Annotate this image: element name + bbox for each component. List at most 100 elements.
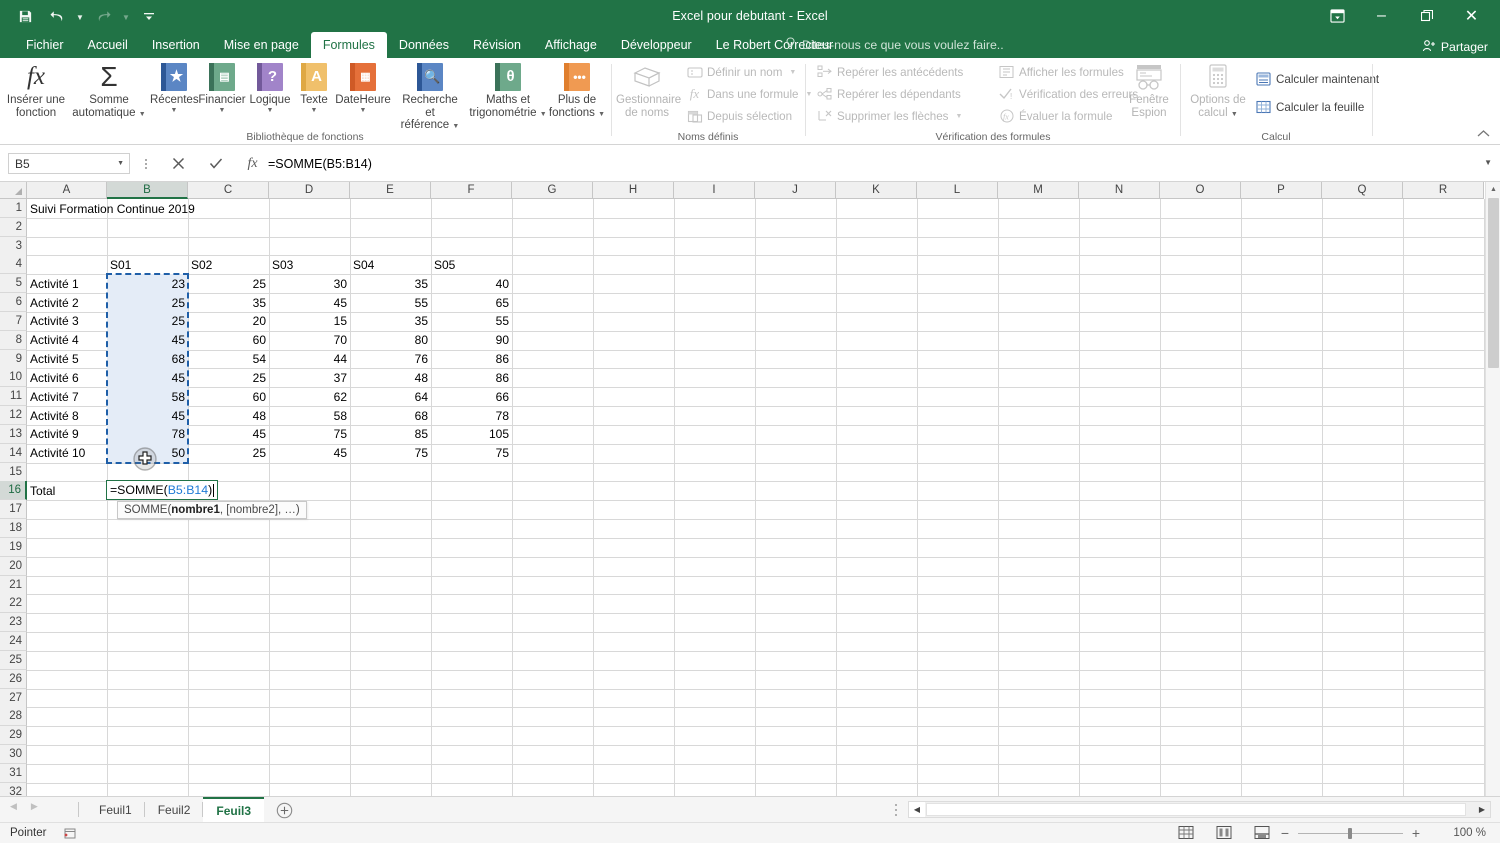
datetime-caret-icon[interactable]: ▼ [360,107,367,114]
row-header-3[interactable]: 3 [0,236,27,256]
restore-button[interactable] [1404,0,1449,32]
autosum-caret-icon[interactable]: ▼ [139,111,146,118]
datetime-button[interactable]: ▦ DateHeure ▼ [332,60,394,114]
cell-A6[interactable]: Activité 2 [27,293,107,312]
cell-F13[interactable]: 105 [431,425,512,444]
record-macro-icon[interactable] [62,827,76,840]
row-header-32[interactable]: 32 [0,782,27,796]
sheet-tab-feuil3[interactable]: Feuil3 [203,797,265,823]
select-all-button[interactable] [0,182,27,199]
cell-F8[interactable]: 90 [431,331,512,350]
share-button[interactable]: Partager [1422,36,1488,58]
autosum-button[interactable]: Σ Somme automatique ▼ [72,60,146,119]
row-header-6[interactable]: 6 [0,293,27,313]
cell-C5[interactable]: 25 [188,274,269,293]
cell-E13[interactable]: 85 [350,425,431,444]
sheet-tab-feuil1[interactable]: Feuil1 [86,797,145,823]
column-header-O[interactable]: O [1160,182,1241,199]
row-header-15[interactable]: 15 [0,462,27,482]
column-header-A[interactable]: A [27,182,107,199]
cell-F14[interactable]: 75 [431,444,512,463]
cell-E11[interactable]: 64 [350,387,431,406]
cell-C8[interactable]: 60 [188,331,269,350]
calculate-sheet-button[interactable]: Calculer la feuille [1255,96,1364,118]
cell-A8[interactable]: Activité 4 [27,331,107,350]
tell-me-search[interactable]: Dites-nous ce que vous voulez faire.. [785,32,1004,58]
math-trig-caret-icon[interactable]: ▼ [540,111,547,118]
cell-E10[interactable]: 48 [350,368,431,387]
cell-F11[interactable]: 66 [431,387,512,406]
page-break-preview-icon[interactable] [1254,825,1270,841]
zoom-level-label[interactable]: 100 % [1453,827,1486,839]
cell-D12[interactable]: 58 [269,406,350,425]
cell-E5[interactable]: 35 [350,274,431,293]
cell-C9[interactable]: 54 [188,350,269,369]
cell-A12[interactable]: Activité 8 [27,406,107,425]
row-header-28[interactable]: 28 [0,707,27,727]
row-header-19[interactable]: 19 [0,537,27,557]
tab-accueil[interactable]: Accueil [76,32,140,58]
cell-C4[interactable]: S02 [188,255,269,274]
cell-C6[interactable]: 35 [188,293,269,312]
row-header-18[interactable]: 18 [0,519,27,539]
cell-E6[interactable]: 55 [350,293,431,312]
cell-C7[interactable]: 20 [188,312,269,331]
row-header-29[interactable]: 29 [0,726,27,746]
row-header-13[interactable]: 13 [0,424,27,444]
cell-F12[interactable]: 78 [431,406,512,425]
column-header-M[interactable]: M [998,182,1079,199]
horizontal-scroll-thumb[interactable] [926,803,1466,816]
cell-B4[interactable]: S01 [107,255,188,274]
logical-button[interactable]: ? Logique ▼ [246,60,294,114]
tab-donnees[interactable]: Données [387,32,461,58]
row-header-31[interactable]: 31 [0,763,27,783]
cell-A5[interactable]: Activité 1 [27,274,107,293]
cell-C10[interactable]: 25 [188,368,269,387]
close-button[interactable]: ✕ [1449,0,1494,32]
zoom-slider-handle[interactable] [1348,827,1353,839]
more-functions-caret-icon[interactable]: ▼ [598,111,605,118]
column-header-I[interactable]: I [674,182,755,199]
collapse-ribbon-icon[interactable] [1477,129,1490,141]
row-header-20[interactable]: 20 [0,556,27,576]
cell-F5[interactable]: 40 [431,274,512,293]
cell-F7[interactable]: 55 [431,312,512,331]
cell-A16[interactable]: Total [27,481,107,500]
row-header-10[interactable]: 10 [0,368,27,388]
column-header-E[interactable]: E [350,182,431,199]
cell-A14[interactable]: Activité 10 [27,444,107,463]
row-header-26[interactable]: 26 [0,669,27,689]
cell-C14[interactable]: 25 [188,444,269,463]
name-box[interactable]: B5 ▼ [8,153,130,174]
normal-view-icon[interactable] [1178,825,1194,841]
cancel-icon[interactable] [160,153,197,174]
formula-input[interactable]: =SOMME(B5:B14) [268,153,1478,174]
math-trig-button[interactable]: θ Maths et trigonométrie ▼ [468,60,548,119]
cell-D13[interactable]: 75 [269,425,350,444]
horizontal-scroll-grip[interactable] [892,804,900,816]
column-header-B[interactable]: B [107,182,188,199]
tab-developpeur[interactable]: Développeur [609,32,704,58]
financial-caret-icon[interactable]: ▼ [219,107,226,114]
column-header-N[interactable]: N [1079,182,1160,199]
row-header-7[interactable]: 7 [0,311,27,331]
text-button[interactable]: A Texte ▼ [294,60,334,114]
column-header-J[interactable]: J [755,182,836,199]
expand-formula-bar-icon[interactable]: ▼ [1484,158,1492,167]
cell-D9[interactable]: 44 [269,350,350,369]
ribbon-display-options-icon[interactable] [1315,0,1359,32]
row-header-25[interactable]: 25 [0,650,27,670]
tab-insertion[interactable]: Insertion [140,32,212,58]
tab-affichage[interactable]: Affichage [533,32,609,58]
row-header-12[interactable]: 12 [0,406,27,426]
cell-A1[interactable]: Suivi Formation Continue 2019 [27,199,327,218]
cell-E14[interactable]: 75 [350,444,431,463]
cell-C12[interactable]: 48 [188,406,269,425]
insert-function-icon[interactable]: fx [234,153,271,174]
cell-A10[interactable]: Activité 6 [27,368,107,387]
tab-mise-en-page[interactable]: Mise en page [212,32,311,58]
row-header-21[interactable]: 21 [0,575,27,595]
cell-C13[interactable]: 45 [188,425,269,444]
logical-caret-icon[interactable]: ▼ [267,107,274,114]
cell-E9[interactable]: 76 [350,350,431,369]
